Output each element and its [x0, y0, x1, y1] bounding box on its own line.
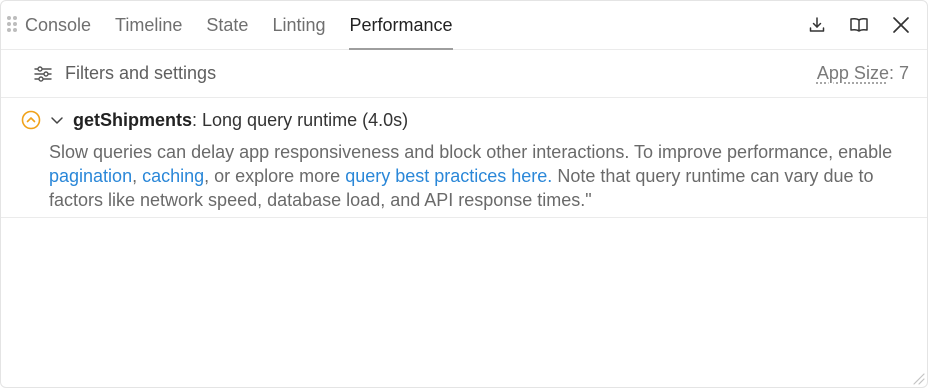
- tab-performance[interactable]: Performance: [349, 1, 453, 50]
- drag-handle-icon[interactable]: [7, 16, 17, 34]
- tab-timeline[interactable]: Timeline: [115, 1, 182, 49]
- filters-and-settings-button[interactable]: Filters and settings: [33, 50, 216, 97]
- chevron-up-circle-icon: [21, 110, 41, 130]
- caching-link[interactable]: caching: [142, 166, 204, 186]
- app-size-label: App Size: [816, 63, 889, 83]
- query-best-practices-link[interactable]: query best practices here.: [345, 166, 552, 186]
- app-size-separator: :: [888, 63, 894, 83]
- close-icon: [893, 17, 909, 33]
- book-icon: [850, 17, 868, 32]
- resize-grip-icon[interactable]: [911, 371, 925, 385]
- filters-label: Filters and settings: [65, 63, 217, 83]
- query-name: getShipments: [73, 109, 193, 130]
- tab-state[interactable]: State: [206, 1, 248, 49]
- chevron-down-icon[interactable]: [49, 112, 65, 128]
- app-size[interactable]: App Size: 7: [817, 50, 909, 97]
- tab-console[interactable]: Console: [25, 1, 91, 49]
- warning-body-sep: ,: [132, 166, 143, 186]
- tab-linting[interactable]: Linting: [272, 1, 325, 49]
- tab-list: Console Timeline State Linting Performan…: [25, 1, 477, 50]
- warning-item: getShipments: Long query runtime (4.0s) …: [1, 98, 927, 218]
- filters-row: Filters and settings App Size: 7: [1, 50, 927, 98]
- docs-button[interactable]: [845, 11, 873, 39]
- debug-panel: Console Timeline State Linting Performan…: [0, 0, 928, 388]
- warning-title: : Long query runtime (4.0s): [192, 109, 409, 130]
- warning-description: Slow queries can delay app responsivenes…: [49, 140, 909, 212]
- sliders-icon: [34, 65, 52, 82]
- app-size-value: 7: [898, 63, 909, 83]
- download-button[interactable]: [803, 11, 831, 39]
- warning-body-text-1: Slow queries can delay app responsivenes…: [49, 142, 893, 162]
- warning-body-text-2: , or explore more: [204, 166, 346, 186]
- warning-header[interactable]: getShipments: Long query runtime (4.0s): [21, 108, 408, 132]
- tab-bar: Console Timeline State Linting Performan…: [1, 1, 927, 50]
- close-button[interactable]: [887, 11, 915, 39]
- pagination-link[interactable]: pagination: [49, 166, 132, 186]
- download-icon: [809, 17, 825, 32]
- tab-actions: [789, 11, 915, 39]
